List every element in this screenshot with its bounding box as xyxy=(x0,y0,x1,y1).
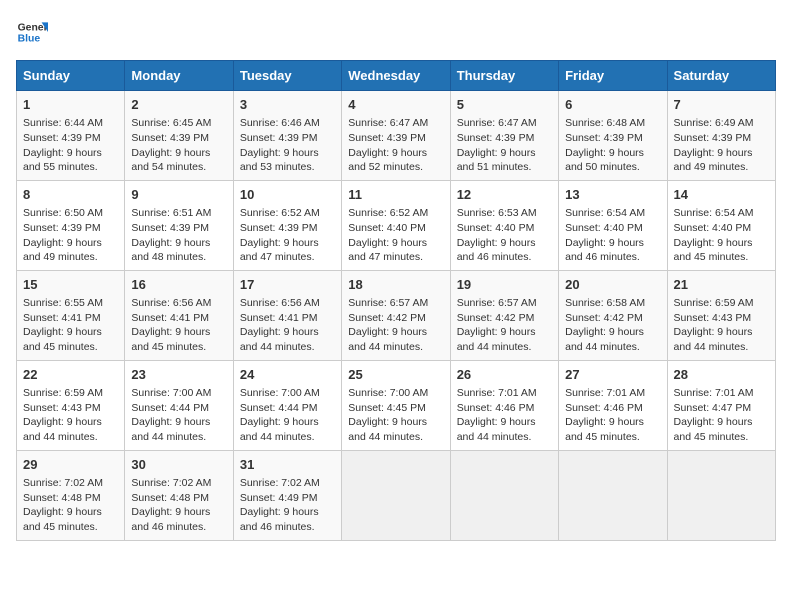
calendar-cell: 16Sunrise: 6:56 AMSunset: 4:41 PMDayligh… xyxy=(125,270,233,360)
day-number: 21 xyxy=(674,276,769,294)
calendar-cell: 10Sunrise: 6:52 AMSunset: 4:39 PMDayligh… xyxy=(233,180,341,270)
day-number: 1 xyxy=(23,96,118,114)
calendar-cell: 5Sunrise: 6:47 AMSunset: 4:39 PMDaylight… xyxy=(450,91,558,181)
calendar-cell: 7Sunrise: 6:49 AMSunset: 4:39 PMDaylight… xyxy=(667,91,775,181)
calendar-cell: 9Sunrise: 6:51 AMSunset: 4:39 PMDaylight… xyxy=(125,180,233,270)
day-number: 2 xyxy=(131,96,226,114)
day-number: 25 xyxy=(348,366,443,384)
calendar-cell: 24Sunrise: 7:00 AMSunset: 4:44 PMDayligh… xyxy=(233,360,341,450)
day-number: 16 xyxy=(131,276,226,294)
calendar-cell: 25Sunrise: 7:00 AMSunset: 4:45 PMDayligh… xyxy=(342,360,450,450)
day-number: 17 xyxy=(240,276,335,294)
header-day: Wednesday xyxy=(342,61,450,91)
calendar-cell xyxy=(559,450,667,540)
day-number: 23 xyxy=(131,366,226,384)
day-number: 7 xyxy=(674,96,769,114)
day-number: 27 xyxy=(565,366,660,384)
calendar-cell: 12Sunrise: 6:53 AMSunset: 4:40 PMDayligh… xyxy=(450,180,558,270)
calendar-week: 8Sunrise: 6:50 AMSunset: 4:39 PMDaylight… xyxy=(17,180,776,270)
calendar-cell xyxy=(667,450,775,540)
day-number: 5 xyxy=(457,96,552,114)
calendar-week: 15Sunrise: 6:55 AMSunset: 4:41 PMDayligh… xyxy=(17,270,776,360)
day-number: 3 xyxy=(240,96,335,114)
calendar-cell: 27Sunrise: 7:01 AMSunset: 4:46 PMDayligh… xyxy=(559,360,667,450)
header-day: Sunday xyxy=(17,61,125,91)
day-number: 22 xyxy=(23,366,118,384)
header-day: Saturday xyxy=(667,61,775,91)
header: General Blue xyxy=(16,16,776,48)
day-number: 19 xyxy=(457,276,552,294)
header-row: SundayMondayTuesdayWednesdayThursdayFrid… xyxy=(17,61,776,91)
day-number: 10 xyxy=(240,186,335,204)
calendar-cell xyxy=(450,450,558,540)
calendar-cell: 1Sunrise: 6:44 AMSunset: 4:39 PMDaylight… xyxy=(17,91,125,181)
calendar-cell: 26Sunrise: 7:01 AMSunset: 4:46 PMDayligh… xyxy=(450,360,558,450)
day-number: 15 xyxy=(23,276,118,294)
calendar-cell: 14Sunrise: 6:54 AMSunset: 4:40 PMDayligh… xyxy=(667,180,775,270)
day-number: 20 xyxy=(565,276,660,294)
calendar-cell: 21Sunrise: 6:59 AMSunset: 4:43 PMDayligh… xyxy=(667,270,775,360)
header-day: Friday xyxy=(559,61,667,91)
day-number: 31 xyxy=(240,456,335,474)
day-number: 28 xyxy=(674,366,769,384)
day-number: 18 xyxy=(348,276,443,294)
calendar-cell: 29Sunrise: 7:02 AMSunset: 4:48 PMDayligh… xyxy=(17,450,125,540)
calendar-week: 1Sunrise: 6:44 AMSunset: 4:39 PMDaylight… xyxy=(17,91,776,181)
calendar-cell: 28Sunrise: 7:01 AMSunset: 4:47 PMDayligh… xyxy=(667,360,775,450)
header-day: Tuesday xyxy=(233,61,341,91)
day-number: 11 xyxy=(348,186,443,204)
day-number: 8 xyxy=(23,186,118,204)
calendar-cell: 4Sunrise: 6:47 AMSunset: 4:39 PMDaylight… xyxy=(342,91,450,181)
calendar-cell: 15Sunrise: 6:55 AMSunset: 4:41 PMDayligh… xyxy=(17,270,125,360)
calendar-cell: 20Sunrise: 6:58 AMSunset: 4:42 PMDayligh… xyxy=(559,270,667,360)
calendar-cell: 2Sunrise: 6:45 AMSunset: 4:39 PMDaylight… xyxy=(125,91,233,181)
day-number: 30 xyxy=(131,456,226,474)
day-number: 29 xyxy=(23,456,118,474)
calendar-cell: 8Sunrise: 6:50 AMSunset: 4:39 PMDaylight… xyxy=(17,180,125,270)
calendar-table: SundayMondayTuesdayWednesdayThursdayFrid… xyxy=(16,60,776,541)
day-number: 9 xyxy=(131,186,226,204)
calendar-week: 22Sunrise: 6:59 AMSunset: 4:43 PMDayligh… xyxy=(17,360,776,450)
header-day: Thursday xyxy=(450,61,558,91)
calendar-cell: 30Sunrise: 7:02 AMSunset: 4:48 PMDayligh… xyxy=(125,450,233,540)
calendar-header: SundayMondayTuesdayWednesdayThursdayFrid… xyxy=(17,61,776,91)
calendar-week: 29Sunrise: 7:02 AMSunset: 4:48 PMDayligh… xyxy=(17,450,776,540)
svg-text:Blue: Blue xyxy=(18,34,41,45)
calendar-cell: 19Sunrise: 6:57 AMSunset: 4:42 PMDayligh… xyxy=(450,270,558,360)
calendar-cell: 31Sunrise: 7:02 AMSunset: 4:49 PMDayligh… xyxy=(233,450,341,540)
calendar-cell: 13Sunrise: 6:54 AMSunset: 4:40 PMDayligh… xyxy=(559,180,667,270)
calendar-cell: 17Sunrise: 6:56 AMSunset: 4:41 PMDayligh… xyxy=(233,270,341,360)
logo-icon: General Blue xyxy=(16,16,48,48)
calendar-cell: 23Sunrise: 7:00 AMSunset: 4:44 PMDayligh… xyxy=(125,360,233,450)
day-number: 4 xyxy=(348,96,443,114)
day-number: 26 xyxy=(457,366,552,384)
calendar-cell: 6Sunrise: 6:48 AMSunset: 4:39 PMDaylight… xyxy=(559,91,667,181)
calendar-cell: 11Sunrise: 6:52 AMSunset: 4:40 PMDayligh… xyxy=(342,180,450,270)
day-number: 13 xyxy=(565,186,660,204)
day-number: 14 xyxy=(674,186,769,204)
day-number: 12 xyxy=(457,186,552,204)
calendar-cell xyxy=(342,450,450,540)
calendar-cell: 18Sunrise: 6:57 AMSunset: 4:42 PMDayligh… xyxy=(342,270,450,360)
header-day: Monday xyxy=(125,61,233,91)
logo: General Blue xyxy=(16,16,48,48)
day-number: 6 xyxy=(565,96,660,114)
calendar-cell: 22Sunrise: 6:59 AMSunset: 4:43 PMDayligh… xyxy=(17,360,125,450)
calendar-body: 1Sunrise: 6:44 AMSunset: 4:39 PMDaylight… xyxy=(17,91,776,541)
calendar-cell: 3Sunrise: 6:46 AMSunset: 4:39 PMDaylight… xyxy=(233,91,341,181)
day-number: 24 xyxy=(240,366,335,384)
